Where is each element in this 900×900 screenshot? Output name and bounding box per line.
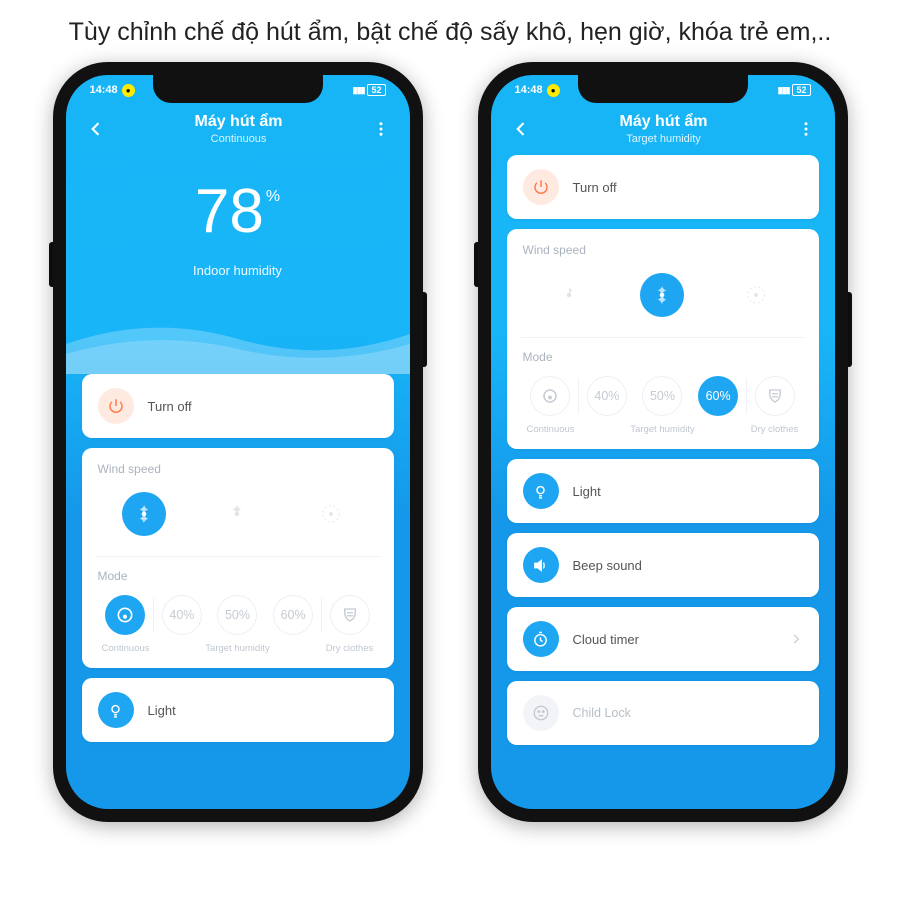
light-icon — [523, 473, 559, 509]
humidity-unit: % — [266, 189, 280, 205]
child-lock-icon — [523, 695, 559, 731]
page-title: Máy hút ẩm — [106, 113, 372, 131]
child-lock-label: Child Lock — [573, 706, 631, 720]
light-button[interactable]: Light — [82, 678, 394, 742]
turn-off-button[interactable]: Turn off — [507, 155, 819, 219]
power-icon — [98, 388, 134, 424]
mode-title: Mode — [523, 350, 803, 364]
wave-decoration — [66, 304, 410, 374]
more-button[interactable] — [372, 120, 390, 138]
page-subtitle: Target humidity — [531, 133, 797, 145]
light-icon — [98, 692, 134, 728]
wind-speed-high[interactable] — [309, 492, 353, 536]
mode-dry-label: Dry clothes — [747, 424, 803, 435]
mode-continuous[interactable] — [98, 595, 154, 635]
wind-speed-low[interactable] — [122, 492, 166, 536]
mode-continuous-label: Continuous — [98, 643, 154, 654]
page-subtitle: Continuous — [106, 133, 372, 145]
cloud-timer-button[interactable]: Cloud timer — [507, 607, 819, 671]
mode-50pct[interactable]: 50% — [210, 595, 266, 635]
status-time: 14:48 — [515, 84, 543, 96]
wind-speed-high[interactable] — [734, 273, 778, 317]
cloud-timer-label: Cloud timer — [573, 632, 639, 647]
turn-off-label: Turn off — [148, 399, 192, 414]
page-title: Máy hút ẩm — [531, 113, 797, 131]
light-label: Light — [148, 703, 176, 718]
status-time: 14:48 — [90, 84, 118, 96]
mode-title: Mode — [98, 569, 378, 583]
notch — [578, 75, 748, 103]
sound-icon — [523, 547, 559, 583]
signal-icon: ▮▮▮ — [353, 85, 365, 96]
more-button[interactable] — [797, 120, 815, 138]
battery-icon: 52 — [367, 84, 385, 96]
status-badge-icon: ● — [547, 84, 560, 97]
timer-icon — [523, 621, 559, 657]
mode-target-label: Target humidity — [154, 643, 322, 654]
app-bar: Máy hút ẩm Continuous — [66, 103, 410, 149]
mode-dry-label: Dry clothes — [322, 643, 378, 654]
phone-left: 14:48 ● ▮▮▮52 Máy hút ẩm Continuous 78% I… — [53, 62, 423, 822]
child-lock-button[interactable]: Child Lock — [507, 681, 819, 745]
light-label: Light — [573, 484, 601, 499]
controls-card: Wind speed Mode 40% 50% 60% Continuous T… — [507, 229, 819, 449]
back-button[interactable] — [511, 119, 531, 139]
battery-icon: 52 — [792, 84, 810, 96]
mode-60pct[interactable]: 60% — [265, 595, 321, 635]
mode-continuous-label: Continuous — [523, 424, 579, 435]
chevron-right-icon — [789, 632, 803, 646]
notch — [153, 75, 323, 103]
beep-button[interactable]: Beep sound — [507, 533, 819, 597]
wind-speed-low[interactable] — [547, 273, 591, 317]
mode-dry-clothes[interactable] — [747, 376, 803, 416]
mode-40pct[interactable]: 40% — [579, 376, 635, 416]
turn-off-button[interactable]: Turn off — [82, 374, 394, 438]
mode-dry-clothes[interactable] — [322, 595, 378, 635]
wind-speed-mid[interactable] — [640, 273, 684, 317]
status-badge-icon: ● — [122, 84, 135, 97]
controls-card: Wind speed Mode 40% 50% 60% Continuous T… — [82, 448, 394, 668]
power-icon — [523, 169, 559, 205]
beep-label: Beep sound — [573, 558, 642, 573]
humidity-value: 78 — [195, 181, 264, 243]
humidity-hero: 78% Indoor humidity — [66, 149, 410, 304]
mode-continuous[interactable] — [523, 376, 579, 416]
phone-right: 14:48● ▮▮▮52 Máy hút ẩm Target humidity … — [478, 62, 848, 822]
humidity-label: Indoor humidity — [66, 263, 410, 278]
wind-speed-title: Wind speed — [98, 462, 378, 476]
app-bar: Máy hút ẩm Target humidity — [491, 103, 835, 149]
mode-40pct[interactable]: 40% — [154, 595, 210, 635]
back-button[interactable] — [86, 119, 106, 139]
wind-speed-title: Wind speed — [523, 243, 803, 257]
page-heading: Tùy chỉnh chế độ hút ẩm, bật chế độ sấy … — [0, 0, 900, 62]
turn-off-label: Turn off — [573, 180, 617, 195]
mode-50pct[interactable]: 50% — [635, 376, 691, 416]
mode-60pct[interactable]: 60% — [690, 376, 746, 416]
light-button[interactable]: Light — [507, 459, 819, 523]
signal-icon: ▮▮▮ — [778, 85, 790, 96]
wind-speed-mid[interactable] — [215, 492, 259, 536]
mode-target-label: Target humidity — [579, 424, 747, 435]
